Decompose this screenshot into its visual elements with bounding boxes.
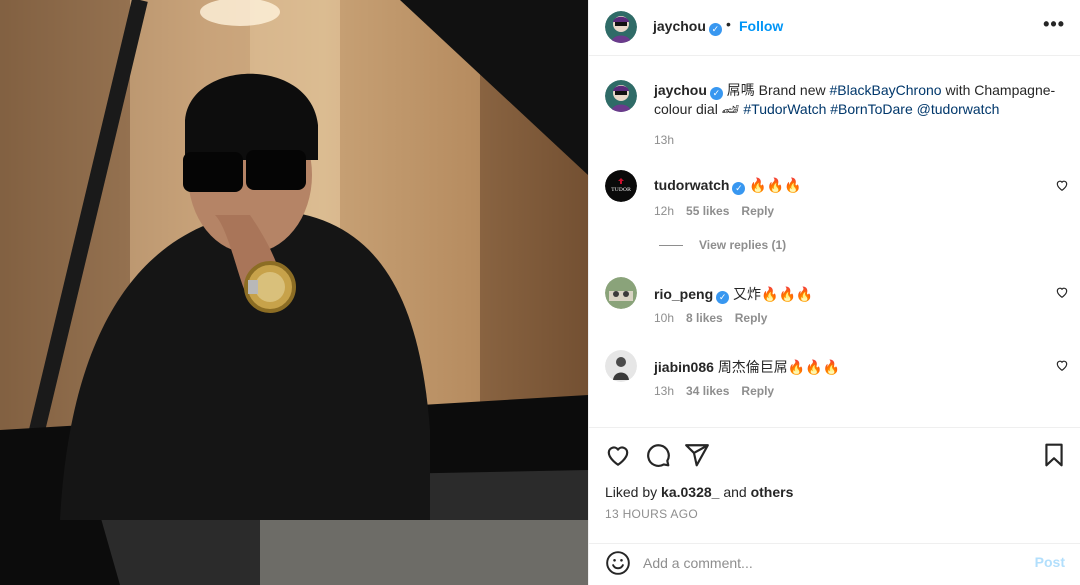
post-comment-button[interactable]: Post: [1035, 554, 1065, 570]
reply-button[interactable]: Reply: [741, 384, 774, 398]
caption-time[interactable]: 13h: [654, 133, 674, 147]
commenter-username[interactable]: jiabin086: [654, 359, 714, 375]
comment-heart-icon[interactable]: [1055, 358, 1069, 372]
smiley-icon[interactable]: [605, 550, 631, 576]
author-avatar[interactable]: [605, 11, 637, 43]
commenter-avatar[interactable]: [605, 350, 637, 382]
comment-bubble-icon[interactable]: [645, 442, 671, 468]
comments-list[interactable]: jaychou ✓ 屌嗎 Brand new #BlackBayChrono wi…: [589, 57, 1080, 427]
view-replies-button[interactable]: View replies (1): [659, 238, 786, 252]
author-username-text[interactable]: jaychou: [653, 18, 706, 34]
comment-body: 又炸🔥🔥🔥: [733, 286, 814, 302]
comment-body: 周杰倫巨屌🔥🔥🔥: [717, 359, 841, 375]
paper-plane-icon[interactable]: [684, 442, 710, 468]
comment-item: TUDOR tudorwatch ✓ 🔥🔥🔥 12h 55 likes Reply: [589, 170, 1080, 240]
svg-text:TUDOR: TUDOR: [611, 187, 631, 193]
add-comment-bar: Post: [589, 543, 1080, 585]
comment-meta: 12h 55 likes Reply: [654, 204, 786, 218]
hashtag-link[interactable]: #BlackBayChrono: [830, 82, 942, 98]
liked-by-user[interactable]: ka.0328_: [661, 484, 719, 500]
comment-meta: 10h 8 likes Reply: [654, 311, 779, 325]
bookmark-icon[interactable]: [1041, 442, 1067, 468]
comment-likes[interactable]: 8 likes: [686, 311, 723, 325]
commenter-avatar[interactable]: TUDOR: [605, 170, 637, 202]
photo-illustration: [0, 0, 588, 585]
comment-text-line: tudorwatch ✓ 🔥🔥🔥: [654, 177, 802, 195]
comment-input[interactable]: [643, 552, 1013, 574]
comment-item: jiabin086 周杰倫巨屌🔥🔥🔥 13h 34 likes Reply: [589, 350, 1080, 410]
post-timestamp[interactable]: 13 HOURS AGO: [605, 507, 698, 521]
liked-by-prefix: Liked by: [605, 484, 662, 500]
post-photo: [0, 0, 588, 585]
post-detail-panel: jaychou ✓ • Follow ••• jaychou ✓ 屌嗎 Brand …: [588, 0, 1080, 585]
hashtag-link[interactable]: #BornToDare: [830, 101, 913, 117]
verified-badge-icon: ✓: [716, 291, 730, 304]
heart-icon[interactable]: [605, 442, 631, 468]
comment-heart-icon[interactable]: [1055, 178, 1069, 192]
comment-text-line: rio_peng ✓ 又炸🔥🔥🔥: [654, 284, 813, 304]
commenter-avatar[interactable]: [605, 277, 637, 309]
follow-button[interactable]: Follow: [739, 18, 783, 34]
comment-time[interactable]: 13h: [654, 384, 674, 398]
post-caption: jaychou ✓ 屌嗎 Brand new #BlackBayChrono wi…: [654, 81, 1064, 149]
liked-by-line: Liked by ka.0328_ and others: [605, 484, 793, 500]
comment-likes[interactable]: 55 likes: [686, 204, 729, 218]
hashtag-link[interactable]: #TudorWatch: [743, 101, 826, 117]
reply-button[interactable]: Reply: [735, 311, 768, 325]
comment-likes[interactable]: 34 likes: [686, 384, 729, 398]
commenter-username[interactable]: tudorwatch: [654, 177, 729, 193]
liked-by-others[interactable]: others: [751, 484, 794, 500]
view-replies-label[interactable]: View replies (1): [699, 238, 786, 252]
verified-badge-icon: ✓: [709, 87, 723, 100]
liked-by-and: and: [719, 484, 751, 500]
caption-text: 屌嗎 Brand new: [726, 82, 830, 98]
caption-author-avatar[interactable]: [605, 80, 637, 112]
comment-time[interactable]: 10h: [654, 311, 674, 325]
comment-text-line: jiabin086 周杰倫巨屌🔥🔥🔥: [654, 357, 840, 377]
comment-meta: 13h 34 likes Reply: [654, 384, 786, 398]
mention-link[interactable]: @tudorwatch: [917, 101, 1000, 117]
verified-badge-icon: ✓: [732, 182, 746, 195]
caption-author[interactable]: jaychou: [654, 82, 707, 98]
comment-time[interactable]: 12h: [654, 204, 674, 218]
commenter-username[interactable]: rio_peng: [654, 286, 713, 302]
more-options-icon[interactable]: •••: [1043, 14, 1065, 35]
replies-divider: [659, 245, 683, 247]
comment-item: rio_peng ✓ 又炸🔥🔥🔥 10h 8 likes Reply: [589, 277, 1080, 337]
action-bar: Liked by ka.0328_ and others 13 HOURS AG…: [589, 427, 1080, 543]
separator-dot: •: [726, 16, 731, 32]
reply-button[interactable]: Reply: [741, 204, 774, 218]
comment-heart-icon[interactable]: [1055, 285, 1069, 299]
author-username[interactable]: jaychou ✓: [653, 18, 722, 36]
verified-badge-icon: ✓: [708, 23, 722, 36]
comment-body: 🔥🔥🔥: [749, 177, 802, 193]
post-header: jaychou ✓ • Follow •••: [589, 0, 1080, 56]
